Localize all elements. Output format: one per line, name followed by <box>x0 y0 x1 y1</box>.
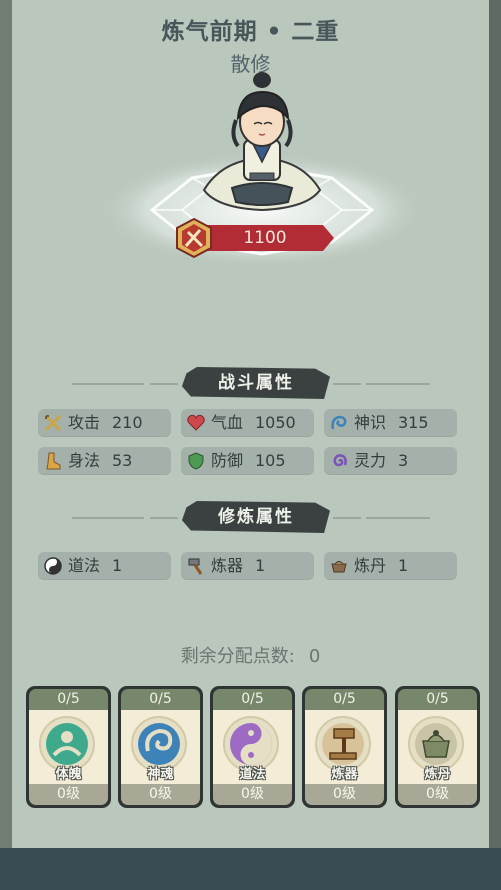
remaining-points-value: 0 <box>308 646 321 667</box>
card-level: 0级 <box>121 784 200 805</box>
stat-label: 身法 <box>68 451 101 470</box>
card-name: 道法 <box>239 767 266 782</box>
card-progress: 0/5 <box>121 689 200 710</box>
cultivator-figure <box>202 72 322 212</box>
card-level: 0级 <box>29 784 108 805</box>
boot-icon <box>46 452 61 470</box>
stat-value: 1 <box>255 556 266 575</box>
right-border <box>489 0 501 848</box>
remaining-points: 剩余分配点数: 0 <box>0 642 501 668</box>
stat-alchemy: 炼丹 1 <box>324 552 457 580</box>
upgrade-card-forge[interactable]: 0/5 炼器 0级 <box>302 686 387 808</box>
stat-label: 神识 <box>354 413 387 432</box>
card-name: 炼器 <box>331 767 358 782</box>
card-level: 0级 <box>213 784 292 805</box>
card-name: 神魂 <box>147 767 174 782</box>
upgrade-card-dao[interactable]: 0/5 道法 0级 <box>210 686 295 808</box>
yin-yang-icon <box>44 557 62 575</box>
combat-power-value: 1100 <box>196 225 334 251</box>
stat-label: 防御 <box>211 451 244 470</box>
card-level: 0级 <box>305 784 384 805</box>
stat-attack: 攻击 210 <box>38 409 171 437</box>
heart-icon <box>187 414 205 431</box>
stat-label: 炼丹 <box>354 556 387 575</box>
stat-forging: 炼器 1 <box>181 552 314 580</box>
cultivation-section-title: 修炼属性 <box>182 501 330 533</box>
stat-value: 1 <box>398 556 409 575</box>
realm-title: 炼气前期 • 二重 <box>161 19 340 45</box>
stat-value: 3 <box>398 451 409 470</box>
card-progress: 0/5 <box>29 689 108 710</box>
stat-defense: 防御 105 <box>181 447 314 475</box>
card-progress: 0/5 <box>305 689 384 710</box>
combat-section-title: 战斗属性 <box>182 367 330 399</box>
card-level: 0级 <box>398 784 477 805</box>
cauldron-icon <box>331 561 347 573</box>
upgrade-card-soul[interactable]: 0/5 神魂 0级 <box>118 686 203 808</box>
combat-section-header: 战斗属性 <box>0 366 501 400</box>
stat-spirit-sense: 神识 315 <box>324 409 457 437</box>
card-name: 炼丹 <box>424 767 451 782</box>
combat-power: 1100 <box>174 218 336 258</box>
cultivation-section-header: 修炼属性 <box>0 500 501 534</box>
stat-value: 1050 <box>255 413 296 432</box>
stat-label: 道法 <box>68 556 101 575</box>
stat-label: 炼器 <box>211 556 244 575</box>
swirl-icon <box>331 415 347 430</box>
stat-value: 1 <box>112 556 123 575</box>
stat-label: 攻击 <box>68 413 101 432</box>
bottom-bar <box>0 848 501 890</box>
card-name: 体魄 <box>55 767 82 782</box>
stat-dao: 道法 1 <box>38 552 171 580</box>
remaining-points-label: 剩余分配点数: <box>180 646 295 667</box>
stat-label: 气血 <box>211 413 244 432</box>
card-progress: 0/5 <box>398 689 477 710</box>
stat-value: 53 <box>112 451 133 470</box>
stat-agility: 身法 53 <box>38 447 171 475</box>
card-progress: 0/5 <box>213 689 292 710</box>
hammer-icon <box>188 558 203 575</box>
stat-spiritual-power: 灵力 3 <box>324 447 457 475</box>
shield-icon <box>188 452 204 470</box>
upgrade-card-alchemy[interactable]: 0/5 炼丹 0级 <box>395 686 480 808</box>
sword-badge-icon <box>176 218 212 258</box>
spiral-icon <box>333 454 347 467</box>
stat-value: 105 <box>255 451 286 470</box>
crossed-swords-icon <box>44 414 62 432</box>
stat-value: 210 <box>112 413 143 432</box>
stat-health: 气血 1050 <box>181 409 314 437</box>
upgrade-card-body[interactable]: 0/5 体魄 0级 <box>26 686 111 808</box>
left-border <box>0 0 12 848</box>
stat-value: 315 <box>398 413 429 432</box>
stat-label: 灵力 <box>354 451 387 470</box>
